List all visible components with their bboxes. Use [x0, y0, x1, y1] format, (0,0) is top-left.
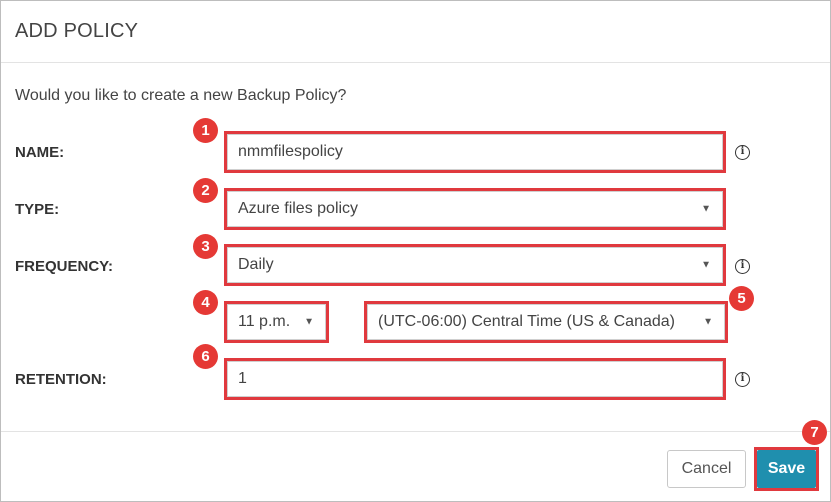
frequency-select-value: Daily	[238, 256, 274, 273]
badge-7: 7	[802, 420, 827, 445]
info-icon-frequency[interactable]: i	[735, 259, 750, 274]
info-icon-name[interactable]: i	[735, 145, 750, 160]
badge-1: 1	[193, 118, 218, 143]
name-label: NAME:	[15, 144, 65, 161]
retention-input-value: 1	[238, 370, 247, 387]
name-input-value: nmmfilespolicy	[238, 143, 343, 160]
dialog-prompt: Would you like to create a new Backup Po…	[15, 87, 347, 104]
timezone-select-value: (UTC-06:00) Central Time (US & Canada)	[378, 313, 675, 330]
badge-2: 2	[193, 178, 218, 203]
dialog-header: ADD POLICY	[1, 1, 830, 63]
chevron-down-icon: ▼	[701, 259, 711, 271]
frequency-select[interactable]: Daily ▼	[227, 247, 723, 283]
retention-label: RETENTION:	[15, 371, 107, 388]
chevron-down-icon: ▼	[304, 316, 314, 328]
add-policy-dialog: ADD POLICY Would you like to create a ne…	[0, 0, 831, 502]
badge-6: 6	[193, 344, 218, 369]
time-select-value: 11 p.m.	[238, 313, 291, 330]
info-icon-retention[interactable]: i	[735, 372, 750, 387]
time-select[interactable]: 11 p.m. ▼	[227, 304, 326, 340]
type-label: TYPE:	[15, 201, 60, 218]
chevron-down-icon: ▼	[701, 203, 711, 215]
timezone-select[interactable]: (UTC-06:00) Central Time (US & Canada) ▼	[367, 304, 725, 340]
badge-5: 5	[729, 286, 754, 311]
type-select-value: Azure files policy	[238, 200, 359, 217]
footer-divider	[1, 431, 830, 432]
save-button[interactable]: Save	[757, 450, 816, 488]
badge-3: 3	[193, 234, 218, 259]
dialog-title: ADD POLICY	[15, 20, 139, 42]
cancel-button[interactable]: Cancel	[667, 450, 746, 488]
badge-4: 4	[193, 290, 218, 315]
frequency-label: FREQUENCY:	[15, 258, 114, 275]
retention-input[interactable]: 1	[227, 361, 723, 397]
chevron-down-icon: ▼	[703, 316, 713, 328]
type-select[interactable]: Azure files policy ▼	[227, 191, 723, 227]
name-input[interactable]: nmmfilespolicy	[227, 134, 723, 170]
